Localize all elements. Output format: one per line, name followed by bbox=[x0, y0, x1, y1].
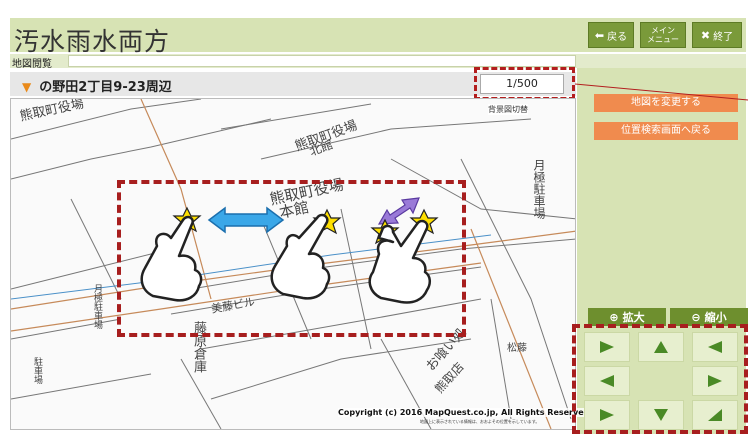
address-field[interactable] bbox=[68, 55, 576, 67]
pan-arrow-icon bbox=[207, 206, 285, 234]
back-button[interactable]: ⬅ 戻る bbox=[588, 22, 634, 48]
subheader-label: 地図閲覧 bbox=[12, 59, 52, 70]
copyright-note: 地図上に表示されている情報は、おおよその位置を示しています。 bbox=[420, 419, 540, 424]
main-menu-button[interactable]: メイン メニュー bbox=[640, 22, 686, 48]
callout-line bbox=[574, 83, 748, 101]
background-toggle-link[interactable]: 背景図切替 bbox=[488, 104, 528, 115]
back-to-search-button[interactable]: 位置検索画面へ戻る bbox=[594, 122, 738, 140]
close-icon: ✖ bbox=[700, 28, 711, 42]
arrow-left-icon: ⬅ bbox=[594, 28, 605, 42]
pad-highlight bbox=[572, 324, 748, 434]
app-window: 汚水雨水両方 ⬅ 戻る メイン メニュー ✖ 終了 地図閲覧 ▼ の野田2丁目9-… bbox=[0, 0, 748, 434]
exit-button[interactable]: ✖ 終了 bbox=[692, 22, 742, 48]
map-label: 月極駐車場 bbox=[92, 284, 102, 329]
map-label: 松藤 bbox=[507, 343, 527, 354]
zoom-out-icon: ⊖ bbox=[691, 310, 701, 324]
location-title: ▼ の野田2丁目9-23周辺 bbox=[22, 80, 172, 95]
triangle-down-icon: ▼ bbox=[22, 80, 32, 94]
scale-highlight bbox=[474, 67, 575, 100]
map-label: 駐車場 bbox=[32, 357, 42, 384]
gesture-illustration bbox=[140, 197, 439, 304]
page-title: 汚水雨水両方 bbox=[14, 27, 171, 56]
copyright-text: Copyright (c) 2016 MapQuest.co.jp, All R… bbox=[338, 408, 593, 417]
zoom-in-icon: ⊕ bbox=[609, 310, 619, 324]
map-label: 月極駐車場 bbox=[532, 159, 546, 219]
